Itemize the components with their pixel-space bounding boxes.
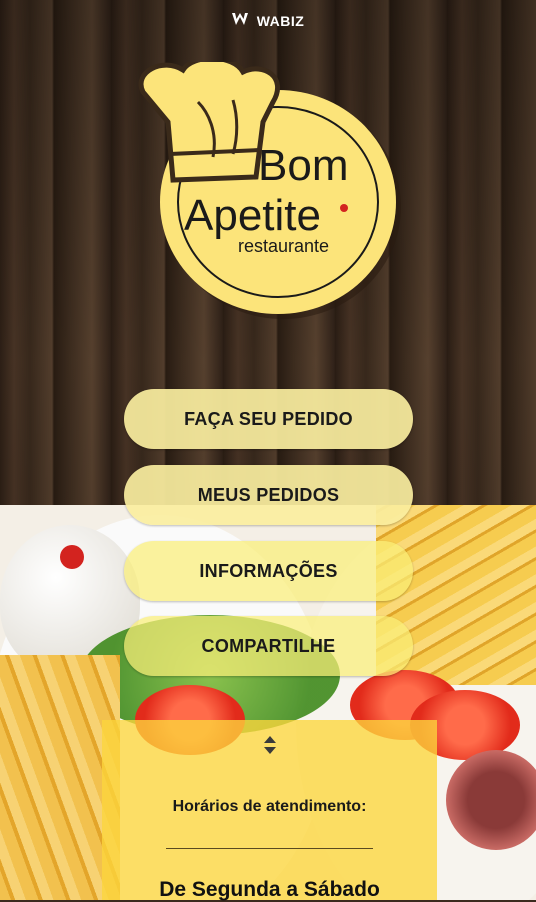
hours-days: De Segunda a Sábado xyxy=(159,878,380,901)
divider xyxy=(166,848,373,849)
opening-hours-panel: Horários de atendimento: De Segunda a Sá… xyxy=(102,720,437,901)
place-order-label: FAÇA SEU PEDIDO xyxy=(184,408,353,429)
my-orders-button[interactable]: MEUS PEDIDOS xyxy=(124,465,413,525)
information-label: INFORMAÇÕES xyxy=(199,560,338,581)
chevron-up-down-icon[interactable] xyxy=(102,734,437,756)
wabiz-logo-icon xyxy=(231,12,254,31)
brand-label: WABIZ xyxy=(256,13,305,29)
share-button[interactable]: COMPARTILHE xyxy=(124,616,413,676)
information-button[interactable]: INFORMAÇÕES xyxy=(124,541,413,601)
my-orders-label: MEUS PEDIDOS xyxy=(197,484,340,505)
logo-text-bom: Bom xyxy=(258,141,348,190)
logo-text-restaurante: restaurante xyxy=(238,236,329,256)
place-order-button[interactable]: FAÇA SEU PEDIDO xyxy=(124,389,413,449)
share-label: COMPARTILHE xyxy=(201,635,336,656)
cherry-tomato xyxy=(60,545,84,569)
restaurant-logo: Bom Apetite restaurante xyxy=(138,55,408,324)
hours-title: Horários de atendimento: xyxy=(172,798,367,815)
logo-text-apetite: Apetite xyxy=(184,191,321,240)
app-brand: WABIZ xyxy=(0,12,536,31)
sausage xyxy=(446,750,536,850)
